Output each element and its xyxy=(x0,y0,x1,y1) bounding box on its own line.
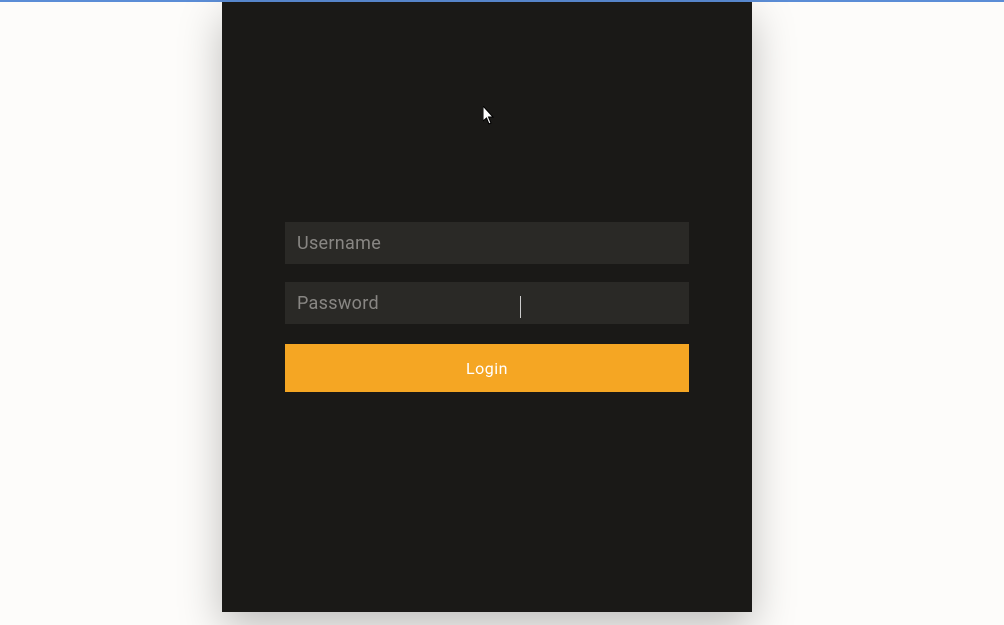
username-input[interactable] xyxy=(285,222,689,264)
password-input[interactable] xyxy=(285,282,689,324)
login-button[interactable]: Login xyxy=(285,344,689,392)
login-form: Login xyxy=(285,222,689,392)
login-card: Login xyxy=(222,2,752,612)
